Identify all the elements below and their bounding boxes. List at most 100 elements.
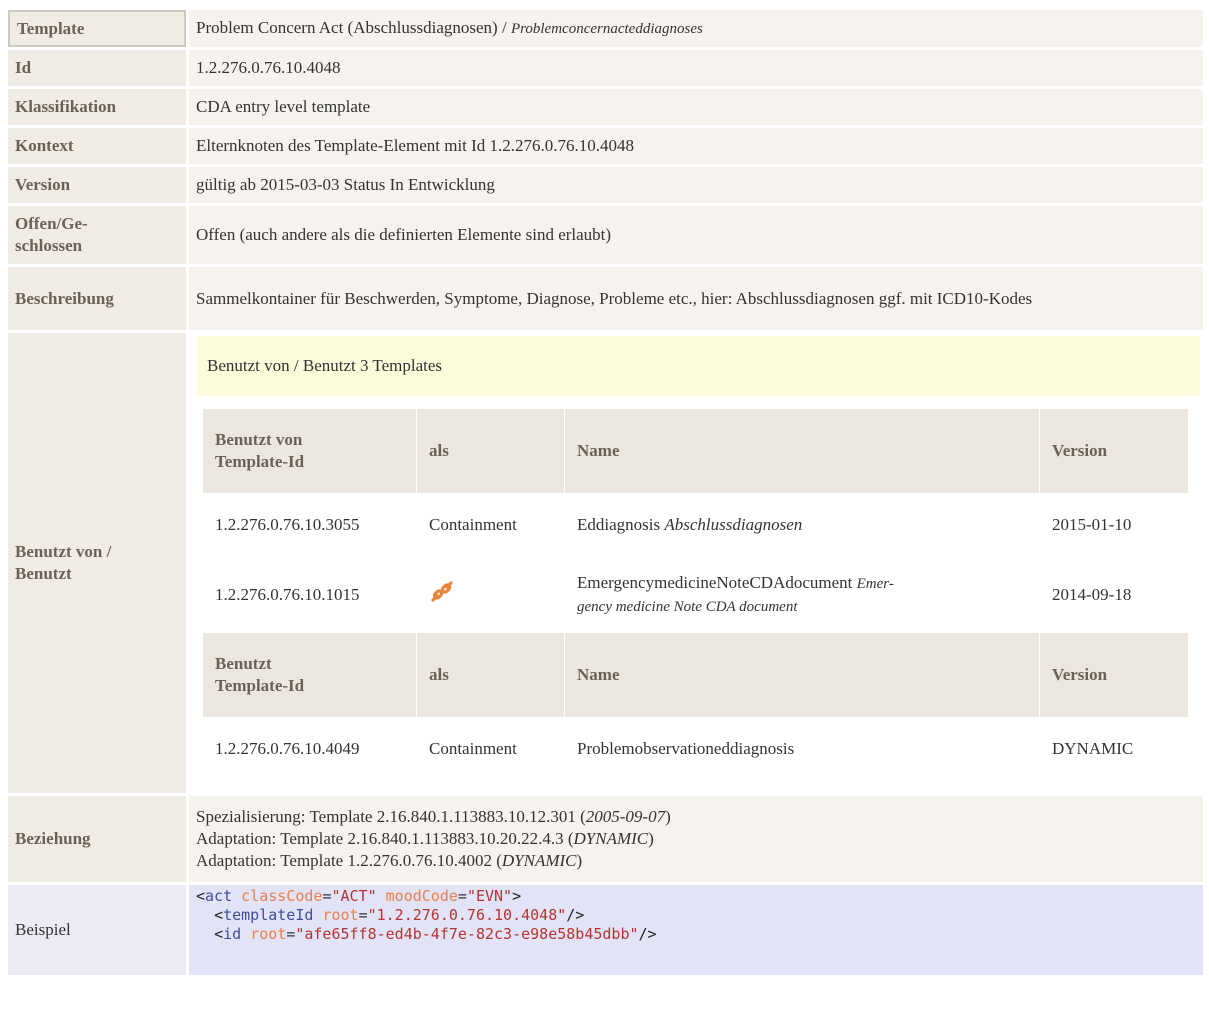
label-benutzt-line2: Benutzt	[15, 564, 72, 583]
value-id: 1.2.276.0.76.10.4048	[189, 50, 1203, 86]
code-example: <act classCode="ACT" moodCode="EVN"> <te…	[189, 885, 1203, 975]
code-string: "EVN"	[466, 887, 513, 905]
used-by-name-alias-line2: gency medicine Note CDA document	[577, 598, 798, 615]
code-attr: classCode	[241, 887, 323, 905]
row-beispiel: Beispiel <act classCode="ACT" moodCode="…	[8, 885, 1203, 975]
code-attr: root	[250, 925, 287, 943]
relation-close: )	[576, 851, 583, 870]
value-klassifikation: CDA entry level template	[189, 89, 1203, 125]
code-punct: <	[196, 887, 206, 905]
label-benutzt: Benutzt von / Benutzt	[8, 333, 186, 793]
uses-col-name: Name	[565, 633, 1040, 717]
relation-date: DYNAMIC	[573, 829, 649, 848]
value-template: Problem Concern Act (Abschlussdiagnosen)…	[189, 10, 1203, 47]
row-id: Id 1.2.276.0.76.10.4048	[8, 50, 1203, 86]
row-version: Version gültig ab 2015-03-03 Status In E…	[8, 167, 1203, 203]
code-punct: <	[214, 925, 224, 943]
used-by-id-cell: 1.2.276.0.76.10.1015	[215, 584, 360, 604]
usage-section: Benutzt von / Benutzt 3 Templates Benutz…	[189, 333, 1203, 784]
row-beziehung: Beziehung Spezialisierung: Template 2.16…	[8, 796, 1203, 882]
used-by-col-als: als	[417, 409, 565, 493]
label-beziehung: Beziehung	[8, 796, 186, 882]
code-tag: id	[223, 925, 242, 943]
code-attr: root	[322, 906, 359, 924]
relation-text: Spezialisierung: Template 2.16.840.1.113…	[196, 807, 586, 826]
relation-date: 2005-09-07	[585, 807, 666, 826]
table-row: 1.2.276.0.76.10.4049 Containment Problem…	[203, 717, 1188, 780]
row-template: Template Problem Concern Act (Abschlussd…	[8, 10, 1203, 47]
label-version: Version	[8, 167, 186, 203]
value-version: gültig ab 2015-03-03 Status In Entwicklu…	[189, 167, 1203, 203]
code-punct: />	[638, 925, 657, 943]
row-benutzt: Benutzt von / Benutzt Benutzt von / Benut…	[8, 333, 1203, 793]
row-beschreibung: Beschreibung Sammelkontainer für Beschwe…	[8, 267, 1203, 330]
code-tag: act	[205, 887, 233, 905]
relation-line: Adaptation: Template 1.2.276.0.76.10.400…	[196, 850, 1196, 872]
code-punct: >	[512, 887, 522, 905]
label-kontext: Kontext	[8, 128, 186, 164]
uses-version-cell: DYNAMIC	[1052, 738, 1134, 758]
usage-table: Benutzt von Template-Id als Name Version …	[203, 409, 1188, 780]
template-sep: /	[497, 18, 511, 37]
used-by-header-row: Benutzt von Template-Id als Name Version	[203, 409, 1188, 493]
relation-line: Spezialisierung: Template 2.16.840.1.113…	[196, 806, 1196, 828]
code-string: "ACT"	[331, 887, 377, 905]
usage-header: Benutzt von / Benutzt 3 Templates	[197, 336, 1200, 396]
label-id: Id	[8, 50, 186, 86]
relation-close: )	[648, 829, 654, 848]
uses-id-cell: 1.2.276.0.76.10.4049	[215, 738, 360, 758]
label-offen: Offen/Ge-schlossen	[8, 206, 186, 264]
uses-col-template-id-line2: Template-Id	[215, 676, 305, 695]
used-by-col-version: Version	[1040, 409, 1188, 493]
used-by-version-cell: 2014-09-18	[1052, 584, 1132, 604]
template-details-table: Template Problem Concern Act (Abschlussd…	[5, 7, 1206, 978]
used-by-as-cell	[417, 556, 565, 633]
code-punct: />	[566, 906, 585, 924]
link-icon[interactable]	[429, 579, 455, 611]
uses-col-als: als	[417, 633, 565, 717]
label-beschreibung: Beschreibung	[8, 267, 186, 330]
label-beispiel: Beispiel	[8, 885, 186, 975]
value-kontext: Elternknoten des Template-Element mit Id…	[189, 128, 1203, 164]
used-by-name-cell: EmergencymedicineNoteCDAdocument Emer-ge…	[565, 556, 1040, 633]
code-punct: <	[214, 906, 224, 924]
row-kontext: Kontext Elternknoten des Template-Elemen…	[8, 128, 1203, 164]
used-by-col-template-id: Benutzt von Template-Id	[203, 409, 417, 493]
used-by-id-cell: 1.2.276.0.76.10.3055	[215, 514, 360, 534]
template-alias: Problemconcernacteddiagnoses	[510, 21, 703, 37]
used-by-col-template-id-line1: Benutzt von	[215, 430, 303, 449]
template-name: Problem Concern Act (Abschlussdiagnosen)	[196, 18, 498, 37]
table-row: 1.2.276.0.76.10.1015 EmergencymedicineNo…	[203, 556, 1188, 633]
label-offen-line2: schlossen	[15, 236, 83, 255]
used-by-name: EmergencymedicineNoteCDAdocument	[577, 572, 853, 592]
label-benutzt-line1: Benutzt von /	[15, 542, 112, 561]
uses-col-template-id: Benutzt Template-Id	[203, 633, 417, 717]
value-benutzt: Benutzt von / Benutzt 3 Templates Benutz…	[189, 333, 1203, 793]
row-offen: Offen/Ge-schlossen Offen (auch andere al…	[8, 206, 1203, 264]
used-by-name-cell: Eddiagnosis Abschlussdiagnosen	[565, 493, 1040, 556]
code-string: "1.2.276.0.76.10.4048"	[367, 906, 567, 924]
table-row: 1.2.276.0.76.10.3055 Containment Eddiagn…	[203, 493, 1188, 556]
template-details: Template Problem Concern Act (Abschlussd…	[8, 10, 1209, 978]
used-by-name-alias-line1: Emer-	[856, 575, 894, 592]
value-beziehung: Spezialisierung: Template 2.16.840.1.113…	[189, 796, 1203, 882]
used-by-version-cell: 2015-01-10	[1052, 514, 1132, 534]
uses-as-cell: Containment	[429, 738, 517, 758]
uses-col-version: Version	[1040, 633, 1188, 717]
row-klassifikation: Klassifikation CDA entry level template	[8, 89, 1203, 125]
used-by-col-template-id-line2: Template-Id	[215, 452, 305, 471]
value-beschreibung: Sammelkontainer für Beschwerden, Symptom…	[189, 267, 1203, 330]
uses-col-template-id-line1: Benutzt	[215, 654, 272, 673]
relation-date: DYNAMIC	[501, 851, 577, 870]
used-by-col-name: Name	[565, 409, 1040, 493]
used-by-name: Eddiagnosis	[577, 514, 661, 534]
uses-header-row: Benutzt Template-Id als Name Version	[203, 633, 1188, 717]
uses-name-cell: Problemobservationeddiagnosis	[577, 738, 795, 758]
value-offen: Offen (auch andere als die definierten E…	[189, 206, 1203, 264]
label-klassifikation: Klassifikation	[8, 89, 186, 125]
code-string: "afe65ff8-ed4b-4f7e-82c3-e98e58b45dbb"	[295, 925, 639, 943]
relation-line: Adaptation: Template 2.16.840.1.113883.1…	[196, 828, 1196, 850]
code-attr: moodCode	[385, 887, 458, 905]
